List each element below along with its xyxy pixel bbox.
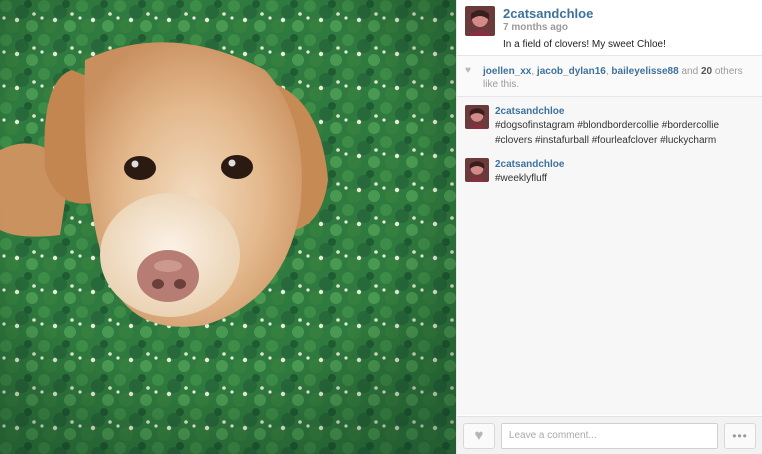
profile-photo-icon xyxy=(465,6,495,36)
comment-input[interactable] xyxy=(500,422,719,449)
comment-text: #dogsofinstagram #blondbordercollie #bor… xyxy=(495,120,720,146)
heart-icon: ♥ xyxy=(465,65,471,76)
comment-footer: ♥ ••• xyxy=(457,416,762,454)
liker-link[interactable]: joellen_xx xyxy=(483,66,531,77)
likes-text: joellen_xx, jacob_dylan16, baileyelisse8… xyxy=(483,65,754,90)
post-timestamp[interactable]: 7 months ago xyxy=(503,21,754,35)
likes-section: ♥ joellen_xx, jacob_dylan16, baileyeliss… xyxy=(457,55,762,97)
comments-list: 2catsandchloe #dogsofinstagram #blondbor… xyxy=(457,97,762,415)
profile-photo-icon xyxy=(465,158,489,182)
post-username[interactable]: 2catsandchloe xyxy=(503,6,754,21)
comment-username[interactable]: 2catsandchloe xyxy=(495,105,754,118)
comment-body: 2catsandchloe #dogsofinstagram #blondbor… xyxy=(495,105,754,148)
comment-username[interactable]: 2catsandchloe xyxy=(495,158,754,171)
more-options-button[interactable]: ••• xyxy=(724,422,757,449)
avatar[interactable] xyxy=(465,6,495,36)
post-header: 2catsandchloe 7 months ago In a field of… xyxy=(457,0,762,55)
comment-item: 2catsandchloe #dogsofinstagram #blondbor… xyxy=(457,99,762,152)
like-button[interactable]: ♥ xyxy=(463,422,495,449)
avatar[interactable] xyxy=(465,158,489,182)
dog-in-clovers-image xyxy=(0,0,456,454)
heart-icon: ♥ xyxy=(474,427,484,444)
comment-item: 2catsandchloe #weeklyfluff xyxy=(457,152,762,190)
post-photo[interactable] xyxy=(0,0,456,454)
post-sidebar: 2catsandchloe 7 months ago In a field of… xyxy=(456,0,762,454)
comment-text: #weeklyfluff xyxy=(495,173,548,184)
instagram-post-view: 2catsandchloe 7 months ago In a field of… xyxy=(0,0,762,454)
post-caption: In a field of clovers! My sweet Chloe! xyxy=(503,39,666,50)
liker-link[interactable]: baileyelisse88 xyxy=(611,66,678,77)
profile-photo-icon xyxy=(465,105,489,129)
avatar[interactable] xyxy=(465,105,489,129)
liker-link[interactable]: jacob_dylan16 xyxy=(537,66,606,77)
likes-count[interactable]: 20 xyxy=(701,66,712,77)
post-header-text: 2catsandchloe 7 months ago In a field of… xyxy=(503,6,754,55)
likes-and: and xyxy=(678,66,701,77)
comment-body: 2catsandchloe #weeklyfluff xyxy=(495,158,754,186)
more-options-icon: ••• xyxy=(732,428,748,443)
